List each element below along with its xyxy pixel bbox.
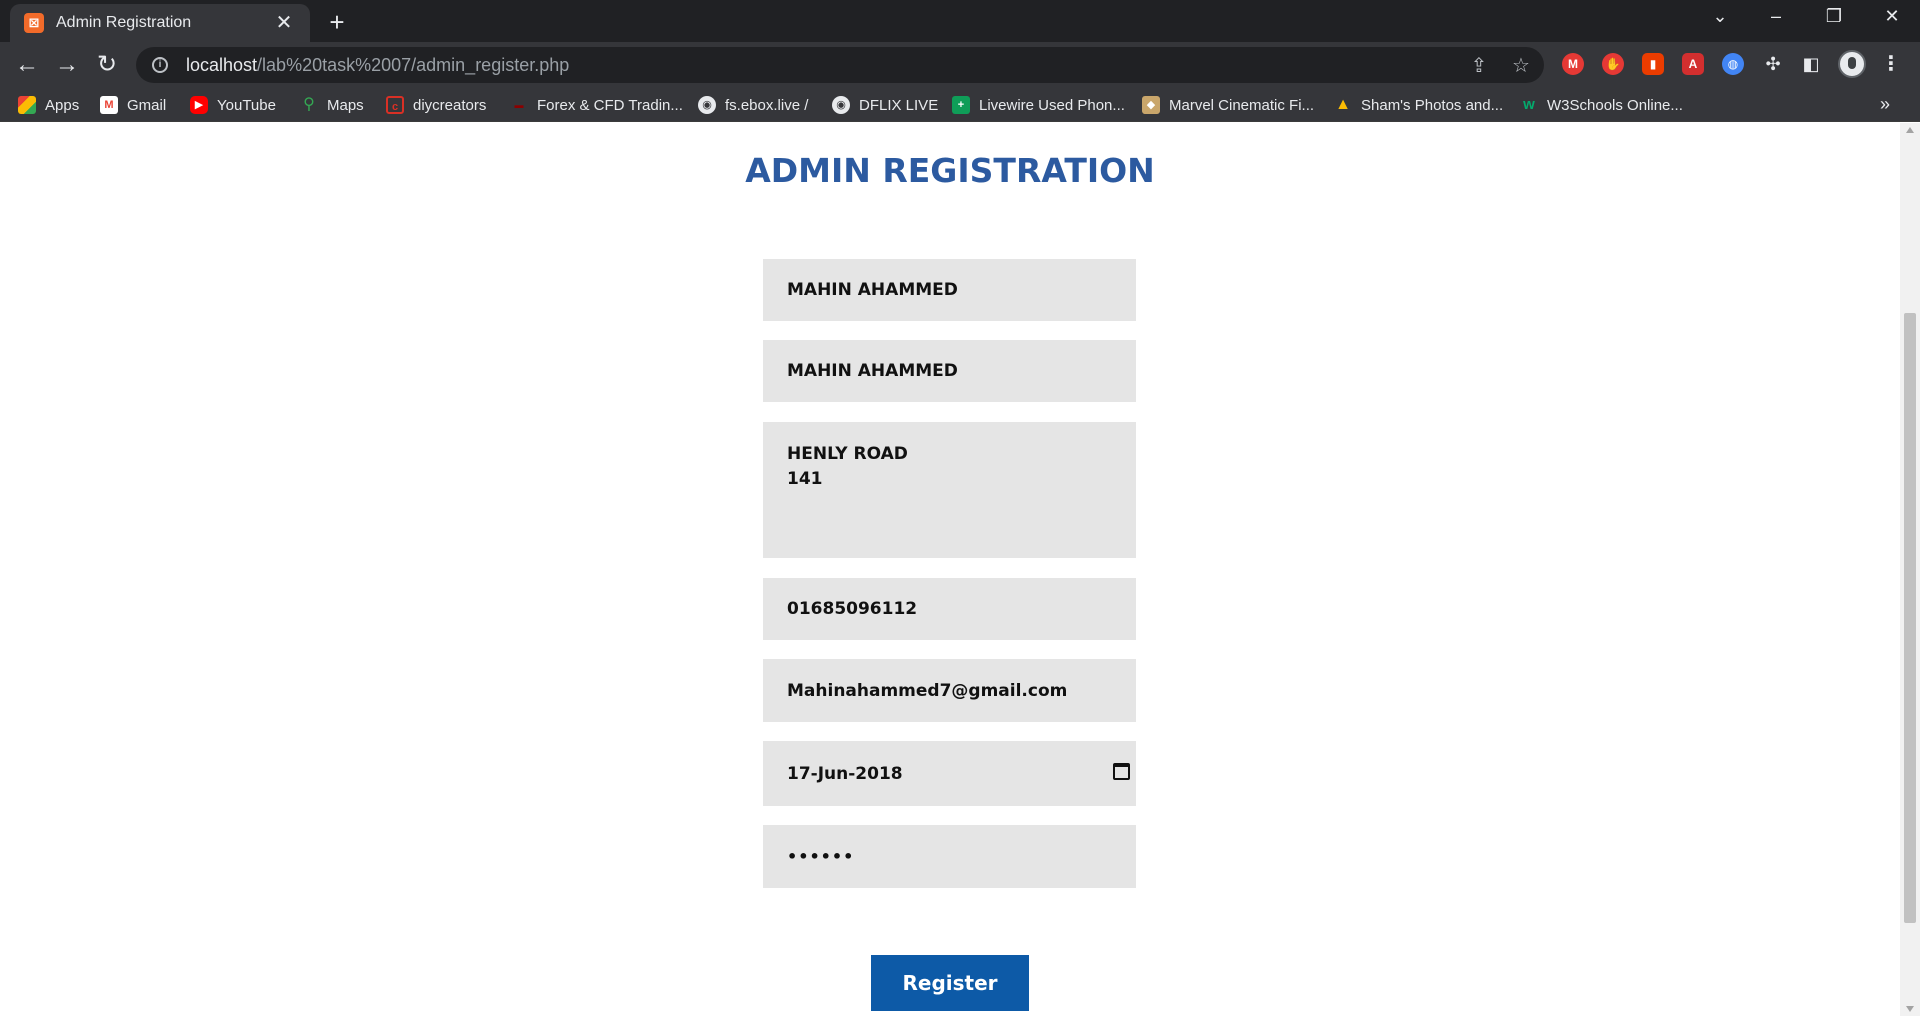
address-line-2: 141 [787,469,823,489]
marvel-icon: ◆ [1142,96,1160,114]
username-input[interactable]: MAHIN AHAMMED [763,340,1136,402]
name-input[interactable]: MAHIN AHAMMED [763,259,1136,321]
url-text[interactable]: localhost/lab%20task%2007/admin_register… [186,55,569,76]
url-path: /lab%20task%2007/admin_register.php [257,54,570,75]
side-panel-icon[interactable]: ◧ [1800,53,1822,75]
site-info-icon[interactable]: i [152,57,168,73]
reload-icon[interactable]: ↻ [92,50,122,80]
bookmark-forex[interactable]: ▬ Forex & CFD Tradin... [510,93,683,117]
bookmark-maps[interactable]: ⚲ Maps [300,93,364,117]
bookmarks-overflow-chevron-icon[interactable]: » [1880,94,1890,115]
bookmark-label: YouTube [217,96,276,114]
bookmark-apps[interactable]: Apps [18,93,79,117]
extension-color-wheel-icon[interactable]: ◍ [1722,53,1744,75]
bookmark-label: W3Schools Online... [1547,96,1683,114]
password-input[interactable]: •••••• [763,825,1136,888]
bookmark-label: Maps [327,96,364,114]
calendar-icon[interactable] [1113,763,1130,780]
menu-kebab-icon[interactable]: ⋮ [1880,53,1902,75]
password-mask: •••••• [787,847,855,866]
gmail-icon: M [100,96,118,114]
bookmark-dflix[interactable]: ◉ DFLIX LIVE [832,93,938,117]
bookmark-label: Livewire Used Phon... [979,96,1125,114]
extension-mega-icon[interactable]: M [1562,53,1584,75]
bookmark-label: DFLIX LIVE [859,96,939,114]
apps-grid-icon [18,96,36,114]
xampp-favicon-icon: ⊠ [24,13,44,33]
tab-search-chevron-icon[interactable]: ⌄ [1700,6,1740,27]
bookmark-label: Forex & CFD Tradin... [537,96,683,114]
globe-icon: ◉ [698,96,716,114]
scroll-thumb[interactable] [1904,313,1916,923]
browser-toolbar: ← → ↻ i localhost/lab%20task%2007/admin_… [0,42,1920,88]
page-content: ADMIN REGISTRATION MAHIN AHAMMED MAHIN A… [0,123,1900,1016]
close-window-icon[interactable]: ✕ [1872,6,1912,27]
bookmark-w3schools[interactable]: w W3Schools Online... [1520,93,1683,117]
tab-strip: ⊠ Admin Registration ✕ + ⌄ – ❐ ✕ [0,0,1920,42]
profile-avatar[interactable] [1838,50,1866,78]
minimize-icon[interactable]: – [1756,6,1796,27]
diycreators-icon: c [386,96,404,114]
extensions-puzzle-icon[interactable]: ✣ [1762,53,1784,75]
globe-icon: ◉ [832,96,850,114]
scroll-up-arrow-icon[interactable] [1906,127,1914,133]
drive-icon: ▲ [1335,96,1351,113]
register-button[interactable]: Register [871,955,1029,1011]
extension-adblock-hand-icon[interactable]: ✋ [1602,53,1624,75]
bookmark-label: diycreators [413,96,487,114]
tab-title: Admin Registration [56,14,192,31]
address-textarea[interactable]: HENLY ROAD 141 [763,422,1136,558]
bookmark-fs-ebox[interactable]: ◉ fs.ebox.live / [698,93,808,117]
dob-value: 17-Jun-2018 [787,763,903,784]
phone-input[interactable]: 01685096112 [763,578,1136,640]
url-host: localhost [186,54,258,75]
close-tab-icon[interactable]: ✕ [272,13,296,33]
bookmarks-bar: Apps M Gmail ▶ YouTube ⚲ Maps c diycreat… [0,88,1920,122]
maps-pin-icon: ⚲ [303,96,315,113]
extension-pdf-icon[interactable]: A [1682,53,1704,75]
share-icon[interactable]: ⇪ [1466,53,1492,78]
plus-icon: + [952,96,970,114]
bookmark-marvel[interactable]: ◆ Marvel Cinematic Fi... [1142,93,1314,117]
bookmark-label: Gmail [127,96,167,114]
address-bar[interactable]: i localhost/lab%20task%2007/admin_regist… [136,47,1544,83]
page-title: ADMIN REGISTRATION [745,151,1155,190]
bookmark-star-icon[interactable]: ☆ [1508,53,1534,78]
bookmark-label: Marvel Cinematic Fi... [1169,96,1315,114]
youtube-icon: ▶ [190,96,208,114]
back-arrow-icon[interactable]: ← [12,50,42,80]
restore-icon[interactable]: ❐ [1814,6,1854,27]
forward-arrow-icon[interactable]: → [52,50,82,80]
new-tab-plus-icon[interactable]: + [322,8,352,38]
bookmark-youtube[interactable]: ▶ YouTube [190,93,276,117]
vertical-scrollbar[interactable] [1900,123,1920,1016]
tab-admin-registration[interactable]: ⊠ Admin Registration ✕ [10,4,310,42]
forex-icon: ▬ [514,100,524,110]
bookmark-gmail[interactable]: M Gmail [100,93,166,117]
w3schools-icon: w [1523,96,1535,113]
dob-date-input[interactable]: 17-Jun-2018 [763,741,1136,806]
bookmark-shams-photos[interactable]: ▲ Sham's Photos and... [1334,93,1503,117]
bookmark-diycreators[interactable]: c diycreators [386,93,486,117]
scroll-down-arrow-icon[interactable] [1906,1006,1914,1012]
address-line-1: HENLY ROAD [787,444,908,464]
bookmark-label: fs.ebox.live / [725,96,809,114]
bookmark-livewire[interactable]: + Livewire Used Phon... [952,93,1125,117]
bookmark-label: Apps [45,96,80,114]
email-input[interactable]: Mahinahammed7@gmail.com [763,659,1136,722]
bookmark-label: Sham's Photos and... [1361,96,1504,114]
extension-office-icon[interactable]: ▮ [1642,53,1664,75]
